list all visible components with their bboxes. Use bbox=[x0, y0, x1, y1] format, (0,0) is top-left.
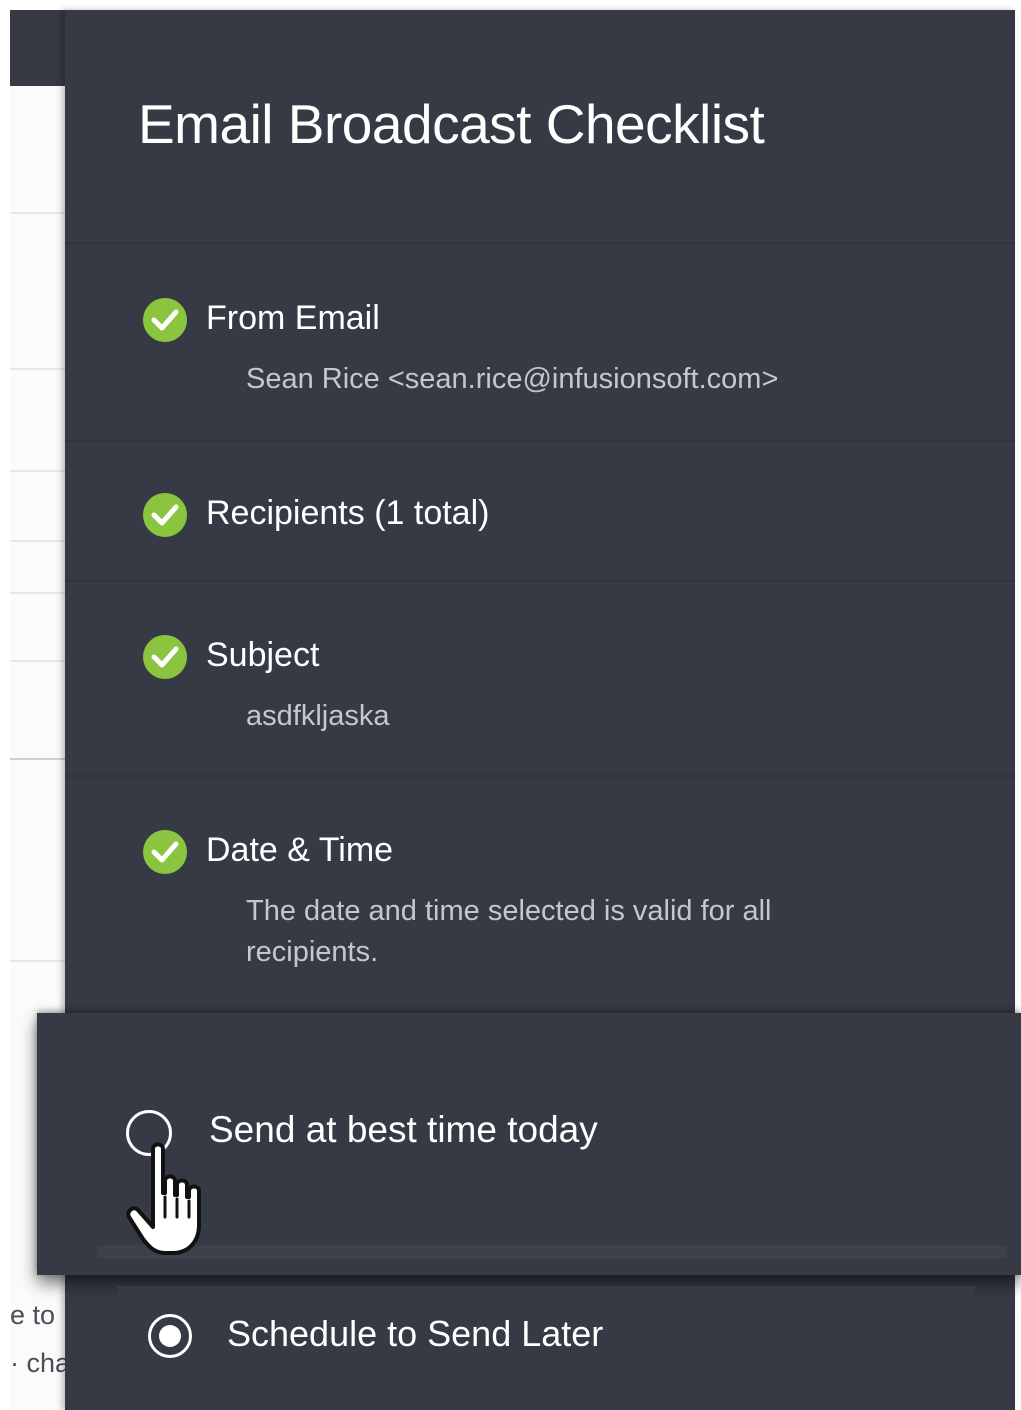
check-circle-icon bbox=[143, 298, 187, 342]
checklist-item-label: Subject bbox=[206, 636, 320, 674]
schedule-later-label[interactable]: Schedule to Send Later bbox=[227, 1313, 603, 1355]
divider bbox=[10, 960, 70, 962]
divider bbox=[10, 368, 70, 370]
panel-title: Email Broadcast Checklist bbox=[138, 93, 765, 155]
screen: e to · cha Email Broadcast Checklist Fro… bbox=[0, 0, 1021, 1410]
check-circle-icon bbox=[143, 830, 187, 874]
option-divider bbox=[97, 1245, 1007, 1259]
check-circle-icon bbox=[143, 493, 187, 537]
checklist-item-detail: asdfkljaska bbox=[246, 700, 390, 732]
checklist-item-detail: Sean Rice <sean.rice@infusionsoft.com> bbox=[246, 363, 779, 395]
divider bbox=[65, 440, 1015, 442]
radio-selected-icon[interactable] bbox=[148, 1314, 192, 1358]
send-best-time-label[interactable]: Send at best time today bbox=[209, 1109, 598, 1151]
divider bbox=[65, 580, 1015, 582]
divider bbox=[10, 540, 70, 542]
checklist-item-label: Date & Time bbox=[206, 831, 394, 869]
divider bbox=[10, 592, 70, 594]
checklist-item-label: From Email bbox=[206, 299, 380, 337]
hand-pointer-icon bbox=[126, 1142, 201, 1255]
checklist-item-label: Recipients (1 total) bbox=[206, 494, 490, 532]
divider bbox=[10, 660, 70, 662]
divider bbox=[10, 758, 70, 760]
schedule-later-option[interactable]: Schedule to Send Later bbox=[117, 1286, 975, 1410]
divider bbox=[10, 212, 70, 214]
background-page-header bbox=[10, 10, 70, 86]
checklist-item-detail: The date and time selected is valid for … bbox=[246, 895, 772, 968]
send-best-time-option[interactable]: Send at best time today bbox=[37, 1013, 1021, 1275]
divider bbox=[65, 775, 1015, 777]
check-circle-icon bbox=[143, 635, 187, 679]
divider bbox=[10, 470, 70, 472]
divider bbox=[65, 242, 1015, 244]
